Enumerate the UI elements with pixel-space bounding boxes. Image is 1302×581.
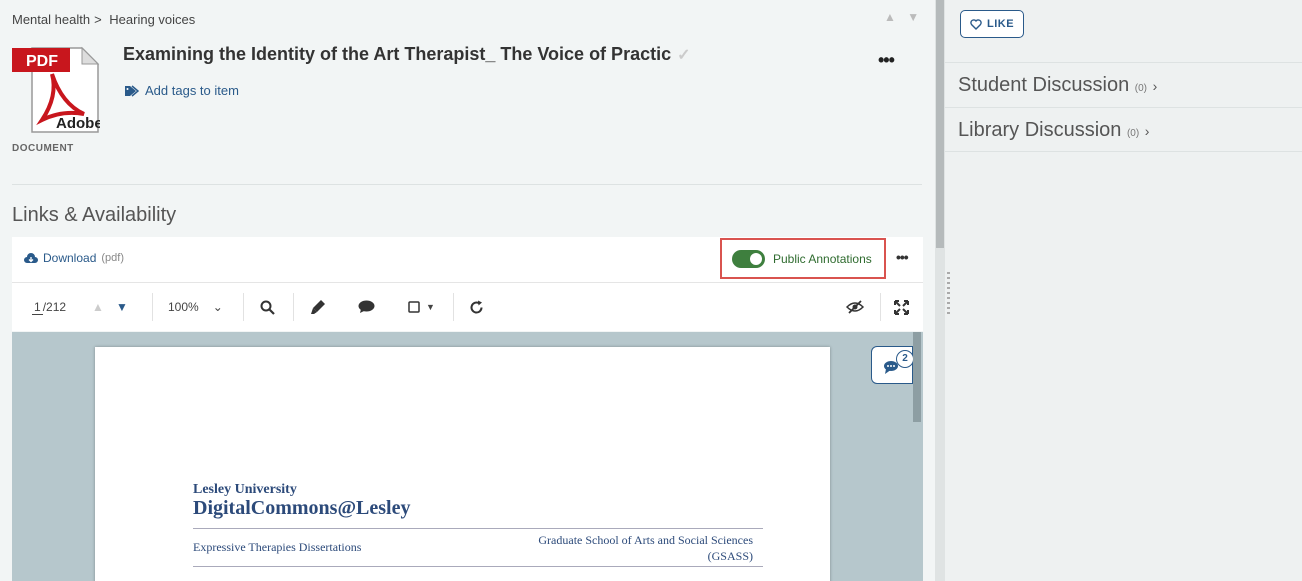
page-indicator: 1/212 [32,283,66,331]
comment-count-badge: 2 [896,350,914,368]
highlighter-icon [311,300,325,314]
school-line-2: (GSASS) [707,549,753,563]
viewer-more-button[interactable]: ••• [896,249,909,265]
shape-button[interactable]: ▼ [408,283,435,331]
zoom-select[interactable]: 100% ⌄ [168,283,223,331]
sidebar-resize-handle[interactable] [947,272,950,317]
separator [152,293,153,321]
public-annotations-toggle-area: Public Annotations [720,238,886,279]
school-name: Graduate School of Arts and Social Scien… [485,532,753,564]
like-button[interactable]: LIKE [960,10,1024,38]
item-nav: ▲ ▼ [876,10,919,24]
fullscreen-button[interactable] [894,283,909,331]
rotate-icon [470,300,483,313]
heart-icon [970,18,982,30]
comment-button[interactable] [358,283,375,331]
chevron-right-icon: › [1152,78,1158,94]
caret-down-icon: ▼ [426,302,435,312]
collection-name: Expressive Therapies Dissertations [193,540,362,554]
item-title[interactable]: Examining the Identity of the Art Therap… [123,44,691,65]
pdf-viewer[interactable]: Lesley University DigitalCommons@Lesley … [12,332,923,581]
library-discussion-count: (0) [1126,128,1140,139]
pdf-page: Lesley University DigitalCommons@Lesley … [95,347,830,581]
item-title-text: Examining the Identity of the Art Therap… [123,44,672,64]
page-total: /212 [42,300,67,314]
divider [12,184,922,185]
page-up-icon[interactable]: ▲ [92,283,104,331]
public-annotations-label: Public Annotations [773,251,872,266]
check-icon: ✓ [677,47,691,64]
repository-name: DigitalCommons@Lesley [193,497,411,519]
document-type-label: DOCUMENT [12,143,74,154]
hide-annotations-button[interactable] [846,283,864,331]
eye-slash-icon [846,300,864,314]
adobe-label: Adobe [56,115,100,132]
chevron-down-icon: ⌄ [212,300,223,314]
separator [243,293,244,321]
breadcrumb-item-mental-health[interactable]: Mental health [12,12,90,27]
library-discussion[interactable]: Library Discussion (0) › [945,107,1302,152]
search-icon [260,300,275,315]
viewer-scrollbar-thumb[interactable] [913,332,921,422]
student-discussion[interactable]: Student Discussion (0) › [945,62,1302,107]
zoom-value: 100% [168,300,199,314]
breadcrumb-item-hearing-voices[interactable]: Hearing voices [109,12,195,27]
download-label: Download [43,251,97,265]
search-button[interactable] [260,283,275,331]
page-number-input[interactable]: 1 [32,300,43,315]
expand-icon [894,299,909,315]
separator [880,293,881,321]
tag-icon [125,84,139,97]
page-rule [193,566,763,567]
item-more-actions-button[interactable]: ••• [878,50,895,71]
page-rule [193,528,763,529]
library-discussion-title: Library Discussion [958,119,1122,141]
like-label: LIKE [986,18,1015,30]
viewer-top-bar: Download (pdf) Public Annotations ••• [12,237,923,283]
breadcrumb: Mental health > Hearing voices [12,12,199,27]
previous-item-icon[interactable]: ▲ [884,10,896,24]
square-icon [408,301,420,313]
links-availability-heading: Links & Availability [12,204,177,226]
chevron-right-icon: › [1144,123,1150,139]
discussion-sidebar: LIKE Student Discussion (0) › Library Di… [945,0,1302,581]
main-panel: Mental health > Hearing voices ▲ ▼ PDF Ad… [0,0,935,581]
download-format: (pdf) [101,252,124,264]
breadcrumb-separator: > [94,12,102,27]
school-line-1: Graduate School of Arts and Social Scien… [538,533,753,547]
pdf-badge-text: PDF [26,53,58,70]
next-item-icon[interactable]: ▼ [907,10,919,24]
add-tags-label: Add tags to item [145,83,239,98]
university-name: Lesley University [193,482,297,497]
public-annotations-toggle[interactable] [732,249,765,268]
add-tags-link[interactable]: Add tags to item [124,83,239,98]
student-discussion-title: Student Discussion [958,74,1130,96]
student-discussion-count: (0) [1134,83,1147,94]
highlight-button[interactable] [310,283,326,331]
cloud-download-icon [24,252,38,263]
separator [453,293,454,321]
pdf-toolbar: 1/212 ▲ ▼ 100% ⌄ ▼ [12,283,923,331]
comment-icon [358,300,375,313]
pdf-document-icon: PDF Adobe [12,44,103,136]
page-down-icon[interactable]: ▼ [116,283,128,331]
rotate-button[interactable] [469,283,484,331]
download-link[interactable]: Download (pdf) [24,251,124,265]
main-scrollbar-thumb[interactable] [936,0,944,248]
separator [293,293,294,321]
